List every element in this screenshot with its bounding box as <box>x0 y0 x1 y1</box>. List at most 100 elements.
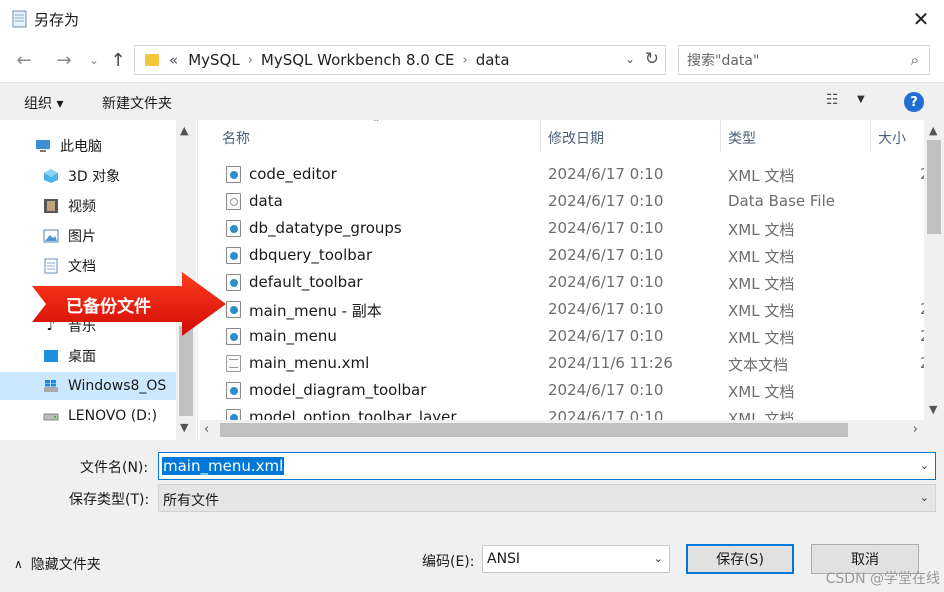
file-name: main_menu <box>249 327 337 345</box>
column-divider[interactable] <box>720 120 721 152</box>
file-list-vertical-scrollbar[interactable]: ▲ ▼ <box>924 120 944 420</box>
sidebar-item-pictures[interactable]: 图片 <box>0 222 176 250</box>
view-options-icon[interactable]: ☷ <box>826 92 839 108</box>
file-name: code_editor <box>249 165 337 183</box>
file-type: XML 文档 <box>728 329 795 347</box>
help-icon[interactable]: ? <box>904 92 924 112</box>
table-row[interactable]: main_menu2024/6/17 0:10XML 文档2 <box>200 323 930 350</box>
column-size[interactable]: 大小 <box>878 128 906 148</box>
column-divider[interactable] <box>540 120 541 152</box>
breadcrumb-overflow[interactable]: « <box>169 51 178 69</box>
organize-button[interactable]: 组织 ▾ <box>24 93 63 113</box>
back-button[interactable]: ← <box>12 48 36 72</box>
search-input[interactable]: 搜索"data" ⌕ <box>678 45 930 75</box>
scroll-up-icon[interactable]: ▲ <box>929 124 937 137</box>
table-row[interactable]: code_editor2024/6/17 0:10XML 文档2 <box>200 161 930 188</box>
table-row[interactable]: main_menu - 副本2024/6/17 0:10XML 文档2 <box>200 296 930 323</box>
file-name: dbquery_toolbar <box>249 246 373 264</box>
recent-locations-button[interactable]: ⌄ <box>82 48 106 72</box>
file-name: model_diagram_toolbar <box>249 381 427 399</box>
file-date-modified: 2024/11/6 11:26 <box>548 354 673 372</box>
sidebar-item-lenovo-d[interactable]: LENOVO (D:) <box>0 402 176 430</box>
new-folder-button[interactable]: 新建文件夹 <box>102 93 172 113</box>
drive-icon <box>42 408 60 424</box>
table-row[interactable]: default_toolbar 2024/6/17 0:10 XML 文档 <box>200 269 924 296</box>
address-dropdown-icon[interactable]: ⌄ <box>625 52 635 66</box>
file-type: XML 文档 <box>728 383 795 401</box>
encoding-select[interactable]: ANSI ⌄ <box>482 545 670 573</box>
file-type: Data Base File <box>728 192 835 210</box>
chevron-down-icon: ⌄ <box>88 53 100 67</box>
arrow-left-icon: ← <box>16 49 32 71</box>
navigation-bar: ← → ⌄ ↑ « MySQL › MySQL Workbench 8.0 CE… <box>0 38 944 82</box>
computer-icon <box>34 138 52 154</box>
sidebar-item-desktop[interactable]: 桌面 <box>0 342 176 370</box>
breadcrumb-mysql[interactable]: MySQL <box>188 51 240 69</box>
backup-annotation-arrow: 已备份文件 <box>32 272 226 336</box>
table-row[interactable]: db_datatype_groups 2024/6/17 0:10 XML 文档 <box>200 215 924 242</box>
file-list-horizontal-scrollbar[interactable]: ‹ › <box>200 420 924 440</box>
chevron-up-icon: ∧ <box>14 557 23 571</box>
sidebar-item-label: Windows8_OS <box>68 378 167 394</box>
scroll-left-icon[interactable]: ‹ <box>204 422 209 437</box>
up-button[interactable]: ↑ <box>106 48 130 72</box>
table-row[interactable]: main_menu.xml2024/11/6 11:26文本文档2 <box>200 350 930 377</box>
sidebar-item-label: 视频 <box>68 199 96 215</box>
column-type[interactable]: 类型 <box>728 128 756 148</box>
scroll-down-icon[interactable]: ▼ <box>929 403 937 416</box>
column-date-modified[interactable]: 修改日期 <box>548 128 604 148</box>
file-date-modified: 2024/6/17 0:10 <box>548 273 664 291</box>
column-divider[interactable] <box>870 120 871 152</box>
sidebar-item-windows8-os[interactable]: Windows8_OS <box>0 372 176 400</box>
folder-icon <box>145 54 159 66</box>
scroll-thumb[interactable] <box>220 423 848 437</box>
view-dropdown-icon[interactable]: ▼ <box>857 94 865 105</box>
scroll-right-icon[interactable]: › <box>913 422 918 437</box>
xml-file-icon <box>226 328 241 345</box>
hide-folders-toggle[interactable]: ∧ 隐藏文件夹 <box>14 554 101 574</box>
xml-file-icon <box>226 301 241 318</box>
file-type: XML 文档 <box>728 221 795 239</box>
breadcrumb-separator[interactable]: › <box>248 53 253 68</box>
desktop-icon <box>42 348 60 364</box>
file-name: main_menu.xml <box>249 354 370 372</box>
annotation-label: 已备份文件 <box>66 297 151 317</box>
filetype-select[interactable]: 所有文件 ⌄ <box>158 484 936 512</box>
scroll-thumb[interactable] <box>179 326 193 416</box>
breadcrumb-workbench[interactable]: MySQL Workbench 8.0 CE <box>261 51 455 69</box>
sidebar-item-this-pc[interactable]: 此电脑 <box>0 132 176 160</box>
column-name[interactable]: 名称 <box>222 128 250 148</box>
scroll-up-icon[interactable]: ▲ <box>180 124 188 137</box>
watermark: CSDN @学堂在线 <box>825 571 940 587</box>
video-icon <box>42 198 60 214</box>
xml-file-icon <box>226 166 241 183</box>
sidebar-item-label: LENOVO (D:) <box>68 408 158 424</box>
file-name: db_datatype_groups <box>249 219 402 237</box>
generic-file-icon <box>226 193 241 210</box>
chevron-down-icon: ⌄ <box>919 491 929 504</box>
window-title: 另存为 <box>34 11 80 29</box>
filename-input[interactable]: main_menu.xml ⌄ <box>158 452 936 480</box>
scroll-down-icon[interactable]: ▼ <box>180 421 188 434</box>
save-button[interactable]: 保存(S) <box>686 544 794 574</box>
table-row[interactable]: model_diagram_toolbar 2024/6/17 0:10 XML 文… <box>200 377 924 404</box>
hide-folders-label: 隐藏文件夹 <box>30 557 101 573</box>
file-type: XML 文档 <box>728 167 795 185</box>
breadcrumb-separator[interactable]: › <box>463 53 468 68</box>
address-bar[interactable]: « MySQL › MySQL Workbench 8.0 CE › data … <box>134 45 666 75</box>
table-row[interactable]: data 2024/6/17 0:10 Data Base File <box>200 188 924 215</box>
breadcrumb-data[interactable]: data <box>476 51 510 69</box>
table-row[interactable]: dbquery_toolbar 2024/6/17 0:10 XML 文档 <box>200 242 924 269</box>
scroll-thumb[interactable] <box>927 140 941 234</box>
chevron-down-icon[interactable]: ⌄ <box>920 459 929 472</box>
file-date-modified: 2024/6/17 0:10 <box>548 165 664 183</box>
sidebar-item-label: 桌面 <box>68 349 96 365</box>
sidebar-item-3d-objects[interactable]: 3D 对象 <box>0 162 176 190</box>
filename-value[interactable]: main_menu.xml <box>162 457 285 475</box>
file-type: XML 文档 <box>728 275 795 293</box>
refresh-icon[interactable]: ↻ <box>645 49 659 69</box>
sidebar-item-videos[interactable]: 视频 <box>0 192 176 220</box>
search-icon[interactable]: ⌕ <box>911 51 919 69</box>
close-button[interactable]: ✕ <box>898 0 944 38</box>
forward-button[interactable]: → <box>52 48 76 72</box>
